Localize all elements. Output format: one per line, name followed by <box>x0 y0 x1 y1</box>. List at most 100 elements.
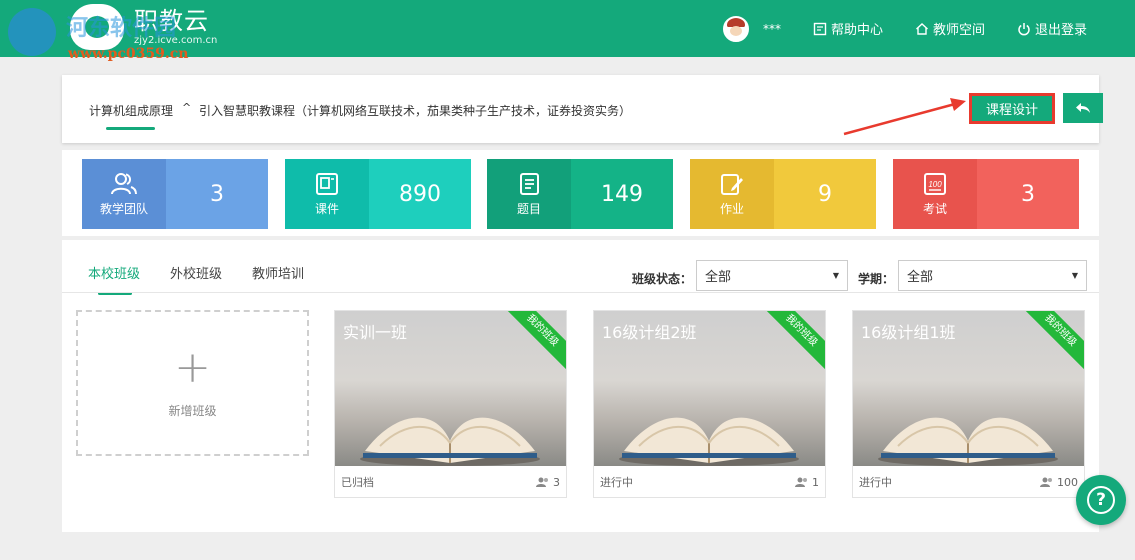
stat-courseware-label: 课件 <box>314 201 339 216</box>
exam-icon: 100 <box>922 172 948 196</box>
stat-courseware[interactable]: 课件 890 <box>285 159 471 229</box>
watermark-url: www.pc0359.cn <box>68 46 189 62</box>
class-tabs: 本校班级 外校班级 教师培训 <box>88 263 304 295</box>
class-card-footer: 进行中 100 <box>853 466 1084 497</box>
stat-homework-left: 作业 <box>690 159 774 229</box>
class-status-value: 全部 <box>705 270 732 285</box>
student-count: 1 <box>795 476 819 489</box>
class-cover-image: 16级计组2班 我的班级 <box>594 311 825 466</box>
class-card[interactable]: 16级计组1班 我的班级 进行中 100 <box>852 310 1085 498</box>
student-count-value: 100 <box>1057 475 1078 489</box>
tab-own-school-classes[interactable]: 本校班级 <box>88 263 140 295</box>
questions-icon <box>516 172 542 196</box>
tab-other-school-classes[interactable]: 外校班级 <box>170 263 222 282</box>
teacher-space-label: 教师空间 <box>932 23 985 38</box>
student-count-value: 1 <box>812 475 819 489</box>
watermark-text: 河东软件园 <box>66 16 177 41</box>
stat-exam-value: 3 <box>977 159 1079 229</box>
stat-courseware-left: 课件 <box>285 159 369 229</box>
stat-team-left: 教学团队 <box>82 159 166 229</box>
course-name[interactable]: 计算机组成原理 <box>89 102 173 119</box>
course-name-underline <box>106 127 155 130</box>
class-card-footer: 进行中 1 <box>594 466 825 497</box>
teacher-space-link[interactable]: 教师空间 <box>915 19 985 38</box>
class-card[interactable]: 实训一班 我的班级 已归档 3 <box>334 310 567 498</box>
class-status-select[interactable]: 全部 ▼ <box>696 260 848 291</box>
classes-panel: 本校班级 外校班级 教师培训 班级状态： 全部 ▼ 学期： 全部 ▼ + 新增班… <box>62 240 1099 532</box>
stat-questions-value: 149 <box>571 159 673 229</box>
add-class-label: 新增班级 <box>168 403 217 418</box>
open-book-icon <box>360 417 540 466</box>
class-status: 已归档 <box>341 476 374 489</box>
open-book-icon <box>878 417 1058 466</box>
student-count: 3 <box>536 476 560 489</box>
import-course-link[interactable]: 引入智慧职教课程（计算机网络互联技术，茄果类种子生产技术，证券投资实务） <box>199 102 631 119</box>
stat-team-label: 教学团队 <box>99 201 148 216</box>
annotation-arrow <box>843 98 966 136</box>
stat-team[interactable]: 教学团队 3 <box>82 159 268 229</box>
help-center-link[interactable]: 帮助中心 <box>813 19 883 38</box>
home-icon <box>915 22 928 35</box>
stat-homework[interactable]: 作业 9 <box>690 159 876 229</box>
term-label: 学期： <box>858 272 895 286</box>
users-icon <box>1040 477 1052 487</box>
homework-icon <box>719 172 745 196</box>
stat-questions-left: 题目 <box>487 159 571 229</box>
class-title: 实训一班 <box>343 323 408 342</box>
user-name: *** <box>762 21 781 36</box>
logout-label: 退出登录 <box>1034 23 1087 38</box>
dropdown-caret-icon: ▼ <box>1071 271 1078 280</box>
student-count: 100 <box>1040 476 1078 489</box>
class-status-label: 班级状态： <box>632 272 693 286</box>
power-icon <box>1018 22 1030 35</box>
header-nav: *** 帮助中心 教师空间 退出登录 <box>722 0 1087 57</box>
course-design-button[interactable]: 课程设计 <box>969 93 1055 124</box>
users-icon <box>536 477 548 487</box>
class-card-footer: 已归档 3 <box>335 466 566 497</box>
open-book-icon <box>619 417 799 466</box>
term-select[interactable]: 全部 ▼ <box>898 260 1087 291</box>
stat-questions-label: 题目 <box>516 201 541 216</box>
class-status: 进行中 <box>600 476 633 489</box>
stats-panel: 教学团队 3 课件 890 题目 149 作业 9 100 考试 3 <box>62 150 1099 236</box>
stat-homework-label: 作业 <box>719 201 744 216</box>
divider <box>62 292 1099 293</box>
my-class-ribbon: 我的班级 <box>499 311 566 374</box>
avatar <box>722 15 749 42</box>
student-count-value: 3 <box>553 475 560 489</box>
users-icon <box>795 477 807 487</box>
my-class-ribbon: 我的班级 <box>1017 311 1084 374</box>
stat-courseware-value: 890 <box>369 159 471 229</box>
help-center-label: 帮助中心 <box>830 23 883 38</box>
team-icon <box>111 172 137 196</box>
stat-homework-value: 9 <box>774 159 876 229</box>
term-value: 全部 <box>907 270 934 285</box>
class-cover-image: 16级计组1班 我的班级 <box>853 311 1084 466</box>
class-status: 进行中 <box>859 476 892 489</box>
svg-text:100: 100 <box>928 180 942 189</box>
help-doc-icon <box>813 22 827 35</box>
tab-teacher-training[interactable]: 教师培训 <box>252 263 304 282</box>
reply-icon <box>1076 103 1090 113</box>
class-title: 16级计组2班 <box>602 323 697 342</box>
class-card[interactable]: 16级计组2班 我的班级 进行中 1 <box>593 310 826 498</box>
courseware-icon <box>314 172 340 196</box>
stat-exam-label: 考试 <box>922 201 947 216</box>
my-class-ribbon: 我的班级 <box>758 311 825 374</box>
stat-exam-left: 100 考试 <box>893 159 977 229</box>
watermark-logo-icon <box>8 8 56 56</box>
back-button[interactable] <box>1063 93 1103 123</box>
class-title: 16级计组1班 <box>861 323 956 342</box>
stat-questions[interactable]: 题目 149 <box>487 159 673 229</box>
user-menu[interactable]: *** <box>722 15 781 42</box>
stat-team-value: 3 <box>166 159 268 229</box>
logout-link[interactable]: 退出登录 <box>1017 19 1087 38</box>
caret-up-icon[interactable]: ^ <box>182 101 191 114</box>
class-cover-image: 实训一班 我的班级 <box>335 311 566 466</box>
plus-icon: + <box>174 341 211 393</box>
help-floating-button[interactable]: ? <box>1076 475 1126 525</box>
question-icon: ? <box>1087 486 1115 514</box>
stat-exam[interactable]: 100 考试 3 <box>893 159 1079 229</box>
add-class-card[interactable]: + 新增班级 <box>76 310 309 456</box>
dropdown-caret-icon: ▼ <box>832 271 839 280</box>
